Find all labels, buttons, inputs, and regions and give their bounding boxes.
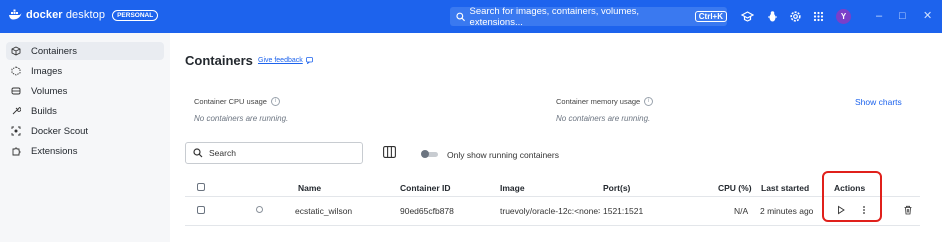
plan-badge: PERSONAL	[112, 9, 159, 21]
global-search-bar[interactable]: Search for images, containers, volumes, …	[450, 5, 727, 28]
cpu-usage-label: Container CPU usage i	[194, 97, 280, 106]
column-header-name[interactable]: Name	[298, 183, 321, 193]
docker-scout-icon	[11, 126, 21, 136]
running-only-toggle[interactable]	[421, 150, 439, 158]
row-checkbox[interactable]	[197, 206, 205, 214]
column-header-container-id[interactable]: Container ID	[400, 183, 451, 193]
container-last-started: 2 minutes ago	[760, 206, 814, 216]
sidebar-item-volumes[interactable]: Volumes	[6, 82, 164, 100]
sidebar-item-label: Containers	[31, 45, 77, 57]
maximize-button[interactable]: □	[899, 10, 906, 22]
info-icon[interactable]: i	[270, 97, 280, 106]
sidebar: Containers Images Volumes Builds Docker …	[0, 33, 170, 242]
title-bar: docker desktop PERSONAL Search for image…	[0, 0, 942, 33]
bug-report-icon[interactable]	[766, 10, 779, 23]
container-port-link[interactable]: 1521:1521	[603, 206, 643, 216]
give-feedback-link[interactable]: Give feedback	[258, 57, 313, 64]
table-divider	[185, 225, 920, 226]
column-header-last-started: Last started	[761, 183, 810, 193]
column-header-image[interactable]: Image	[500, 183, 525, 193]
page-title: Containers	[185, 53, 253, 68]
table-divider	[185, 196, 920, 197]
containers-icon	[11, 46, 21, 56]
sidebar-item-extensions[interactable]: Extensions	[6, 142, 164, 160]
user-avatar[interactable]: Y	[836, 9, 851, 24]
column-header-cpu[interactable]: CPU (%)	[718, 183, 752, 193]
sidebar-item-builds[interactable]: Builds	[6, 102, 164, 120]
search-icon	[193, 148, 203, 158]
info-icon[interactable]: i	[644, 97, 654, 106]
memory-usage-value: No containers are running.	[556, 114, 651, 123]
volumes-icon	[11, 87, 21, 95]
feedback-icon	[305, 57, 313, 64]
columns-icon[interactable]	[383, 146, 396, 158]
container-search-input[interactable]: Search	[185, 142, 363, 164]
running-only-label: Only show running containers	[447, 150, 559, 160]
settings-gear-icon[interactable]	[789, 10, 802, 23]
toggle-knob	[421, 150, 429, 158]
cpu-usage-value: No containers are running.	[194, 114, 289, 123]
global-search-placeholder: Search for images, containers, volumes, …	[469, 5, 640, 28]
docker-desktop-logo: docker desktop PERSONAL	[8, 9, 159, 21]
docker-whale-icon	[9, 9, 22, 20]
show-charts-link[interactable]: Show charts	[855, 97, 902, 107]
sidebar-item-containers[interactable]: Containers	[6, 42, 164, 60]
grid-menu-icon[interactable]	[812, 10, 825, 23]
sidebar-item-label: Images	[31, 65, 63, 77]
memory-usage-label: Container memory usage i	[556, 97, 654, 106]
minimize-button[interactable]: –	[876, 10, 882, 22]
learning-center-icon[interactable]	[741, 10, 754, 23]
search-shortcut-badge: Ctrl+K	[694, 11, 727, 22]
select-all-checkbox[interactable]	[197, 183, 205, 191]
search-placeholder: Search	[209, 148, 236, 158]
sidebar-item-images[interactable]: Images	[6, 62, 164, 80]
container-status-icon	[256, 206, 263, 213]
sidebar-item-label: Docker Scout	[31, 125, 89, 137]
close-button[interactable]: ✕	[923, 10, 932, 22]
main-content: Containers Give feedback Container CPU u…	[170, 33, 942, 242]
container-cpu: N/A	[734, 206, 749, 216]
delete-icon[interactable]	[903, 205, 913, 215]
actions-highlight-box	[822, 171, 882, 222]
container-name-link[interactable]: ecstatic_wilson	[295, 206, 352, 216]
builds-icon	[12, 106, 21, 115]
container-image-link[interactable]: truevoly/oracle-12c:<none>	[500, 206, 600, 216]
column-header-ports[interactable]: Port(s)	[603, 183, 630, 193]
sidebar-item-label: Extensions	[31, 145, 78, 157]
give-feedback-label: Give feedback	[258, 57, 303, 64]
sidebar-item-label: Volumes	[31, 85, 68, 97]
memory-usage-label-text: Container memory usage	[556, 97, 641, 106]
sidebar-item-docker-scout[interactable]: Docker Scout	[6, 122, 164, 140]
images-icon	[11, 66, 21, 76]
cpu-usage-label-text: Container CPU usage	[194, 97, 267, 106]
container-id: 90ed65cfb878	[400, 206, 454, 216]
sidebar-item-label: Builds	[31, 105, 57, 117]
search-icon	[456, 12, 465, 21]
app-name: docker desktop	[26, 9, 106, 21]
extensions-icon	[12, 147, 21, 156]
